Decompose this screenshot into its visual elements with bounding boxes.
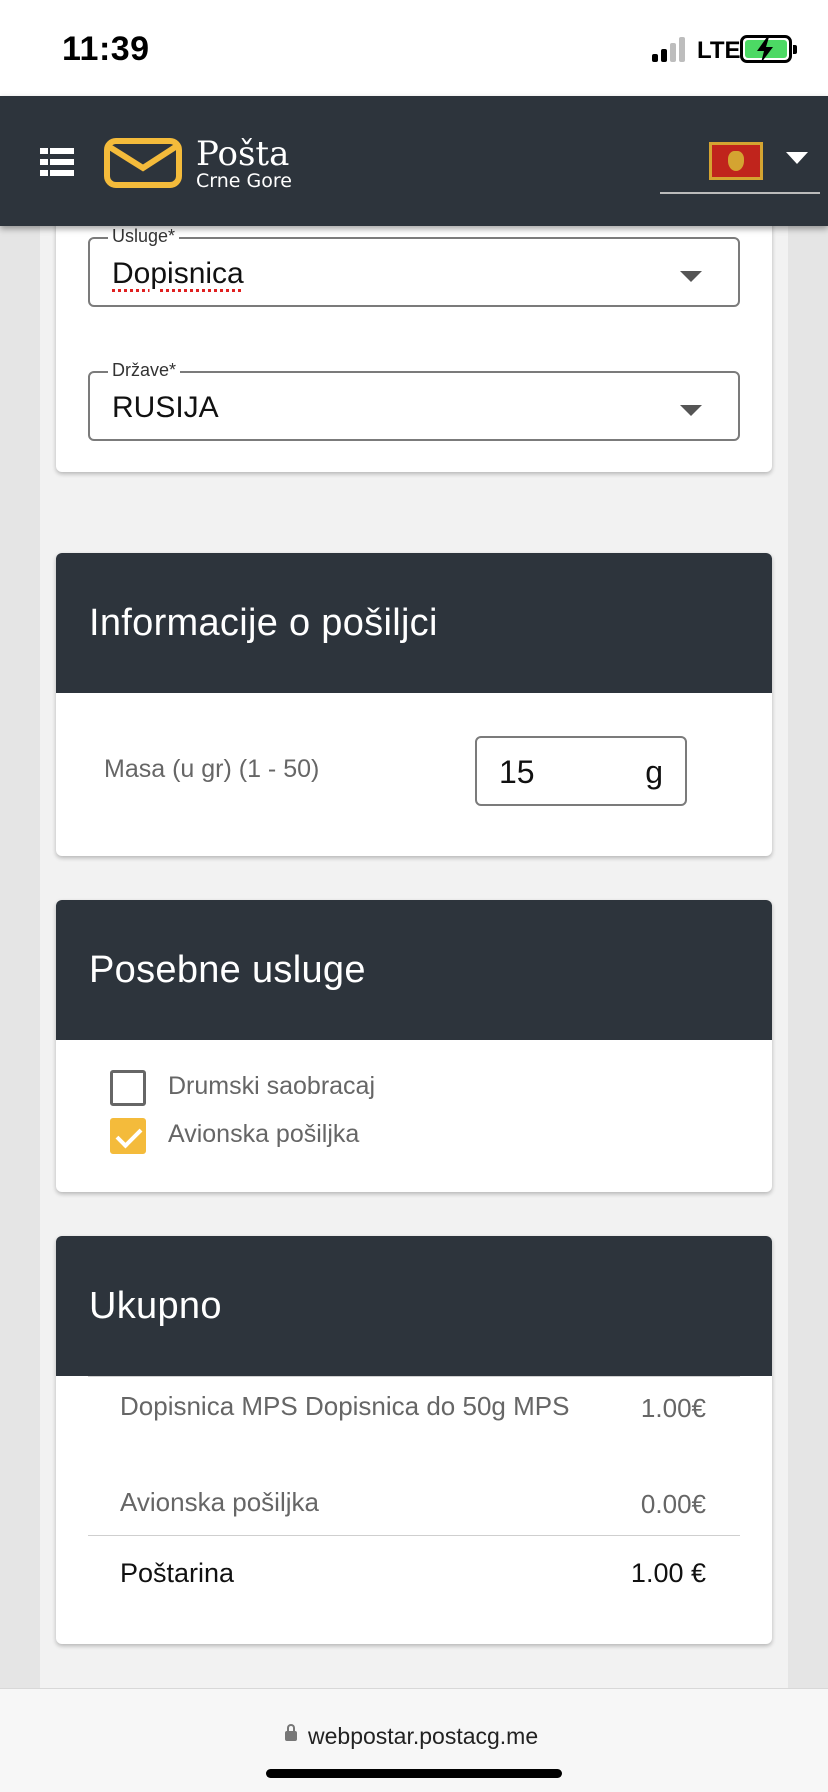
total-item-desc: Dopisnica MPS Dopisnica do 50g MPS bbox=[120, 1391, 570, 1421]
posta-logo[interactable]: Pošta Crne Gore bbox=[104, 136, 304, 192]
checkbox-checked[interactable] bbox=[110, 1118, 146, 1154]
language-select-underline bbox=[660, 192, 820, 194]
mass-input[interactable]: 15 g bbox=[475, 736, 687, 806]
menu-icon[interactable] bbox=[40, 148, 74, 176]
mass-unit: g bbox=[645, 754, 663, 790]
special-services-card: Posebne usluge bbox=[56, 900, 772, 1192]
chevron-down-icon[interactable] bbox=[786, 152, 808, 164]
shipment-card-header: Informacije o pošiljci bbox=[56, 553, 772, 693]
url-text[interactable]: webpostar.postacg.me bbox=[308, 1723, 538, 1750]
total-item-price: 1.00€ bbox=[640, 1393, 706, 1423]
lock-icon bbox=[285, 1724, 297, 1741]
shipment-title: Informacije o pošiljci bbox=[89, 601, 438, 644]
postage-value: 1.00 € bbox=[630, 1558, 706, 1588]
total-item-desc: Avionska pošiljka bbox=[120, 1487, 319, 1517]
special-services-card-header: Posebne usluge bbox=[56, 900, 772, 1040]
chevron-down-icon bbox=[680, 271, 702, 282]
network-type: LTE bbox=[697, 37, 741, 64]
divider bbox=[88, 1376, 740, 1377]
chevron-down-icon bbox=[680, 405, 702, 416]
shipment-card: Informacije o pošiljci bbox=[56, 553, 772, 856]
service-label: Usluge* bbox=[108, 226, 180, 247]
browser-address-bar[interactable]: webpostar.postacg.me bbox=[0, 1688, 828, 1792]
total-card-header: Ukupno bbox=[56, 1236, 772, 1376]
signal-icon bbox=[652, 36, 688, 62]
divider bbox=[88, 1535, 740, 1536]
total-item-price: 0.00€ bbox=[640, 1489, 706, 1519]
total-title: Ukupno bbox=[89, 1284, 222, 1327]
checkbox-unchecked[interactable] bbox=[110, 1070, 146, 1106]
mass-value: 15 bbox=[499, 754, 535, 790]
mass-label: Masa (u gr) (1 - 50) bbox=[104, 755, 320, 783]
status-bar: 11:39 LTE bbox=[0, 0, 828, 96]
special-services-title: Posebne usluge bbox=[89, 948, 366, 991]
logo-subtitle: Crne Gore bbox=[196, 170, 292, 192]
service-value: Dopisnica bbox=[112, 257, 244, 290]
postage-label: Poštarina bbox=[120, 1558, 235, 1588]
option-label: Avionska pošiljka bbox=[168, 1120, 360, 1148]
service-select[interactable]: Usluge* Dopisnica bbox=[88, 226, 740, 307]
app-header: Pošta Crne Gore bbox=[0, 96, 828, 226]
country-label: Države* bbox=[108, 360, 181, 381]
montenegro-flag-icon[interactable] bbox=[709, 142, 763, 180]
status-time: 11:39 bbox=[62, 30, 150, 68]
envelope-icon bbox=[104, 138, 182, 188]
country-select[interactable]: Države* RUSIJA bbox=[88, 360, 740, 441]
option-label: Drumski saobracaj bbox=[168, 1072, 376, 1100]
home-indicator bbox=[266, 1769, 562, 1778]
battery-icon bbox=[740, 35, 797, 63]
logo-name: Pošta bbox=[196, 134, 290, 174]
country-value: RUSIJA bbox=[112, 391, 219, 424]
